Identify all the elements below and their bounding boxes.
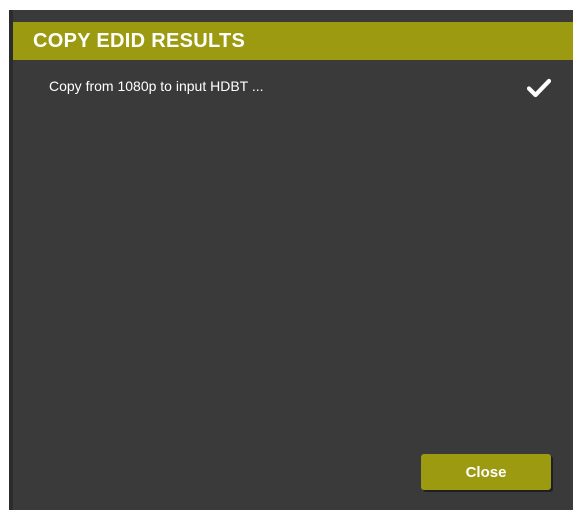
close-button[interactable]: Close <box>421 454 551 490</box>
copy-edid-results-dialog: COPY EDID RESULTS Copy from 1080p to inp… <box>9 10 573 510</box>
result-text: Copy from 1080p to input HDBT ... <box>49 78 264 94</box>
dialog-title: COPY EDID RESULTS <box>33 29 246 52</box>
dialog-title-bar: COPY EDID RESULTS <box>13 22 573 60</box>
result-row: Copy from 1080p to input HDBT ... <box>13 70 573 102</box>
dialog-left-edge <box>9 10 13 510</box>
check-icon <box>527 78 551 98</box>
